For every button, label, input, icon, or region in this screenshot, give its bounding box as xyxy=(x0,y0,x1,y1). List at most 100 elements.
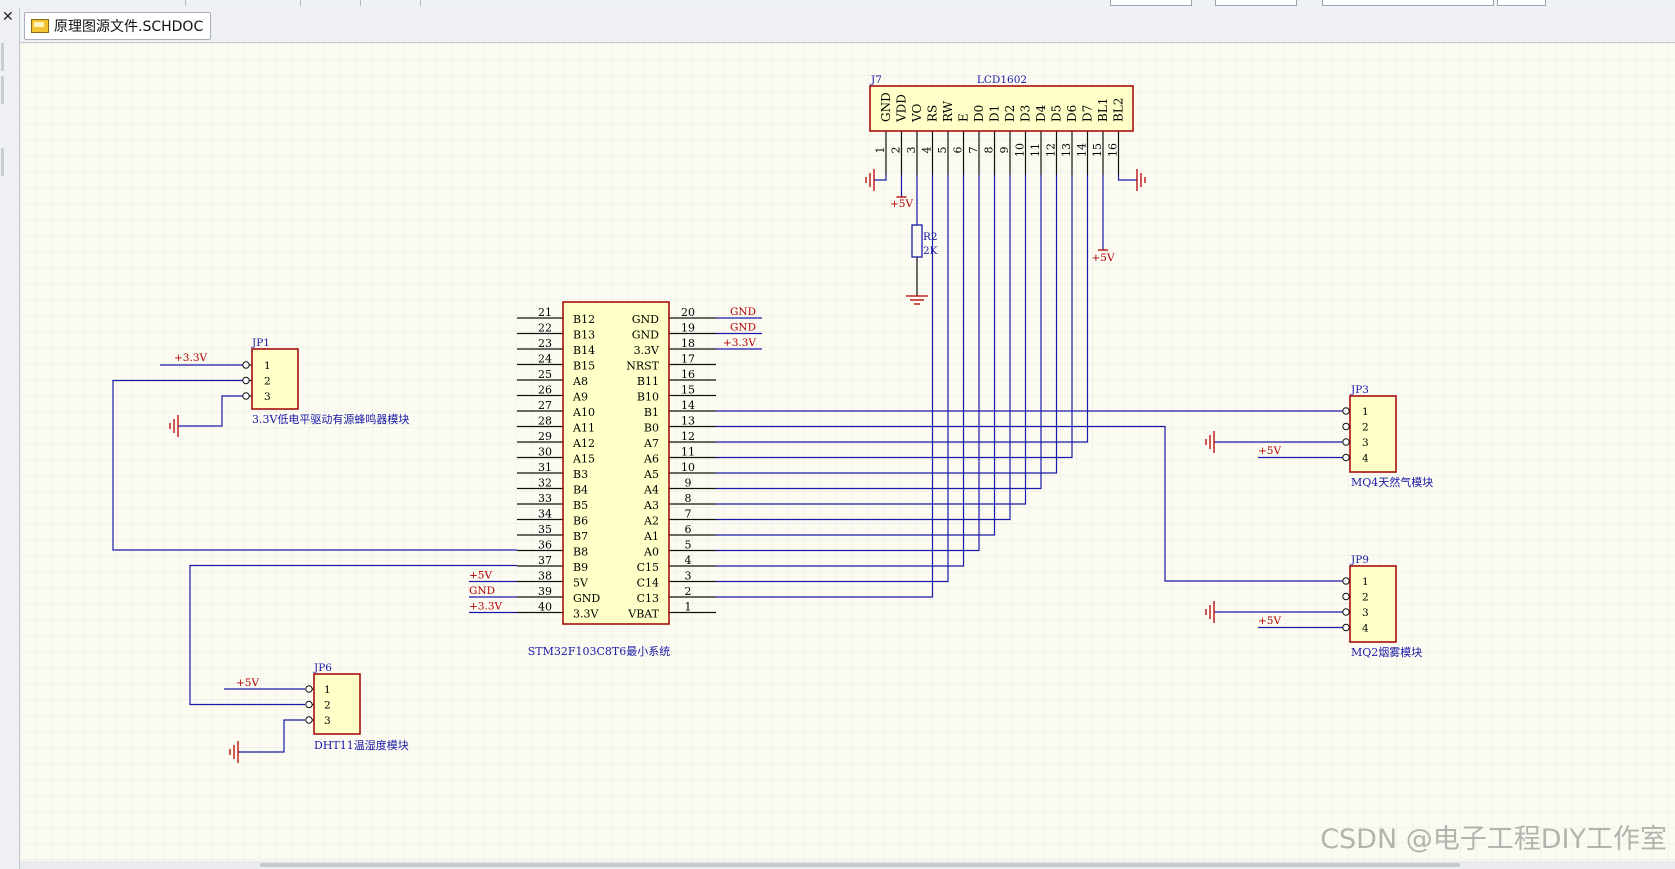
mcu-pin-name: GND xyxy=(632,313,659,326)
mcu-designator: STM32F103C8T6最小系统 xyxy=(528,645,671,658)
pin-terminal xyxy=(1342,453,1350,462)
mcu-pin-name: GND xyxy=(573,592,600,605)
lcd-pin-number: 5 xyxy=(936,147,949,154)
horizontal-scrollbar[interactable] xyxy=(20,861,1675,869)
mcu-pin-number: 6 xyxy=(685,523,692,536)
toolbar-dropdown[interactable] xyxy=(1322,0,1494,6)
toolbar-separator xyxy=(360,0,361,6)
mcu-pin-number: 20 xyxy=(681,306,695,319)
net-label: +5V xyxy=(236,677,259,689)
document-tab[interactable]: 原理图源文件.SCHDOC xyxy=(24,12,212,40)
mcu-pin-name: B12 xyxy=(573,313,595,326)
toolbar-dropdown[interactable] xyxy=(1110,0,1192,6)
resistor-value: 2K xyxy=(923,245,938,257)
mcu-pin-number: 8 xyxy=(685,492,692,505)
mcu-pin-name: A0 xyxy=(643,546,659,559)
mcu-pin-number: 3 xyxy=(685,570,692,583)
panel-tab[interactable] xyxy=(1,148,4,176)
jp9-pin-number: 2 xyxy=(1362,592,1369,604)
pin-terminal xyxy=(305,700,313,709)
mcu-pin-number: 10 xyxy=(681,461,695,474)
mcu-pin-name: A12 xyxy=(572,437,595,450)
net-label: +3.3V xyxy=(469,601,502,613)
lcd-pin-number: 12 xyxy=(1045,143,1058,157)
mcu-pin-name: B1 xyxy=(644,406,659,419)
mcu-pin-name: B14 xyxy=(573,344,595,357)
lcd-pin-number: 9 xyxy=(998,147,1011,154)
mcu-pin-name: A2 xyxy=(643,515,659,528)
lcd-pin-name: D2 xyxy=(1003,105,1017,122)
pin-terminal xyxy=(1342,438,1350,446)
mcu-pin-name: A6 xyxy=(643,453,659,466)
mcu-pin-name: B7 xyxy=(573,530,588,543)
net-label: +5V xyxy=(1258,445,1281,457)
panel-tab[interactable] xyxy=(1,43,4,71)
mcu-pin-number: 18 xyxy=(681,337,695,350)
jp3-pin-number: 4 xyxy=(1362,453,1369,465)
scrollbar-thumb[interactable] xyxy=(260,863,1460,867)
pin-terminal xyxy=(1342,407,1350,415)
mcu-pin-name: A5 xyxy=(643,468,659,481)
toolbar-dropdown[interactable] xyxy=(1215,0,1297,6)
net-label: +3.3V xyxy=(174,352,207,364)
mcu-pin-number: 9 xyxy=(685,477,692,490)
mcu-pin-name: A7 xyxy=(643,437,659,450)
document-tab-bar: 原理图源文件.SCHDOC xyxy=(20,8,1675,43)
schematic-canvas[interactable]: 21B1222B1323B1424B1525A826A927A1028A1129… xyxy=(20,43,1675,861)
mcu-pin-name: A8 xyxy=(572,375,588,388)
jp6-body xyxy=(313,673,361,735)
jp6-pin-number: 3 xyxy=(324,715,331,727)
lcd-pin-number: 14 xyxy=(1076,143,1089,157)
lcd-pin-name: RS xyxy=(926,105,940,122)
mcu-pin-name: A1 xyxy=(643,530,659,543)
mcu-pin-name: A15 xyxy=(572,453,595,466)
lcd-pin-number: 7 xyxy=(967,147,980,154)
jp3-reference: JP3 xyxy=(1350,384,1369,396)
jp6-pin-number: 2 xyxy=(324,700,331,712)
jp9-pin-number: 1 xyxy=(1362,576,1369,588)
panel-tab[interactable] xyxy=(1,76,4,104)
close-icon[interactable]: ✕ xyxy=(2,10,14,24)
lcd-value: LCD1602 xyxy=(977,74,1027,86)
mcu-pin-number: 7 xyxy=(685,508,692,521)
lcd-pin-name: BL1 xyxy=(1096,98,1110,122)
mcu-pin-number: 17 xyxy=(681,353,695,366)
jp3-pin-number: 3 xyxy=(1362,437,1369,449)
mcu-pin-name: B5 xyxy=(573,499,588,512)
schematic-doc-icon xyxy=(31,19,49,33)
mcu-pin-number: 30 xyxy=(538,446,552,459)
net-label: +5V xyxy=(890,198,913,210)
mcu-pin-number: 35 xyxy=(538,523,552,536)
mcu-pin-number: 25 xyxy=(538,368,552,381)
lcd-reference: J7 xyxy=(870,74,882,86)
mcu-pin-name: B9 xyxy=(573,561,588,574)
resistor-reference: R2 xyxy=(923,231,938,243)
jp9-pin-number: 3 xyxy=(1362,607,1369,619)
lcd-pin-number: 2 xyxy=(890,147,903,154)
jp3-pin-number: 1 xyxy=(1362,406,1369,418)
jp1-description: 3.3V低电平驱动有源蜂鸣器模块 xyxy=(252,412,409,426)
lcd-pin-number: 3 xyxy=(905,147,918,154)
net-label: GND xyxy=(730,322,756,334)
mcu-pin-number: 32 xyxy=(538,477,552,490)
jp9-pin-number: 4 xyxy=(1362,623,1369,635)
mcu-pin-name: A3 xyxy=(643,499,659,512)
pin-terminal xyxy=(305,716,313,724)
toolbar-dropdown[interactable] xyxy=(1497,0,1546,6)
lcd-pin-number: 10 xyxy=(1014,143,1027,157)
net-label: +3.3V xyxy=(723,337,756,349)
lcd-pin-number: 13 xyxy=(1060,143,1073,157)
mcu-pin-number: 34 xyxy=(538,508,552,521)
lcd-pin-name: GND xyxy=(879,92,893,122)
jp9-reference: JP9 xyxy=(1350,554,1369,566)
watermark: CSDN @电子工程DIY工作室 xyxy=(1320,824,1667,855)
mcu-pin-number: 16 xyxy=(681,368,695,381)
jp6-description: DHT11温湿度模块 xyxy=(314,738,409,752)
lcd-pin-name: D7 xyxy=(1081,105,1095,122)
mcu-pin-number: 23 xyxy=(538,337,552,350)
pin-terminal xyxy=(305,685,313,693)
net-label: +5V xyxy=(469,570,492,582)
sheet-grid xyxy=(20,43,1675,861)
net-label: GND xyxy=(469,585,495,597)
pin-terminal xyxy=(1342,623,1350,632)
